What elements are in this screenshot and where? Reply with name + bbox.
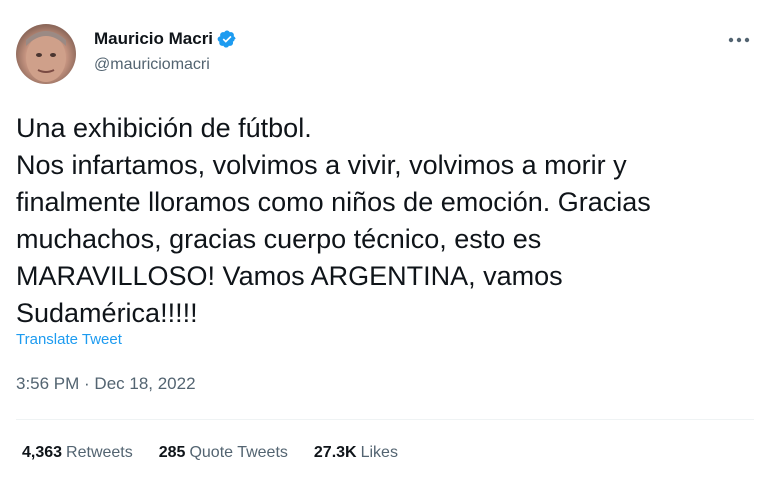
tweet-timestamp[interactable]: 3:56 PM · Dec 18, 2022 bbox=[16, 373, 196, 395]
avatar[interactable] bbox=[16, 24, 76, 84]
quote-tweets-stat[interactable]: 285 Quote Tweets bbox=[159, 443, 288, 463]
engagement-stats: 4,363 Retweets 285 Quote Tweets 27.3K Likes bbox=[22, 443, 398, 463]
retweets-count: 4,363 bbox=[22, 444, 63, 461]
tweet-text: Una exhibición de fútbol. Nos infartamos… bbox=[16, 113, 651, 328]
author-handle[interactable]: @mauriciomacri bbox=[94, 55, 210, 75]
divider bbox=[16, 419, 754, 420]
verified-badge-icon bbox=[217, 29, 237, 49]
author-display-name[interactable]: Mauricio Macri bbox=[94, 28, 213, 50]
translate-tweet-link[interactable]: Translate Tweet bbox=[16, 330, 122, 350]
avatar-portrait-icon bbox=[26, 31, 66, 82]
likes-stat[interactable]: 27.3K Likes bbox=[314, 443, 398, 463]
quote-tweets-count: 285 bbox=[158, 444, 186, 461]
retweets-stat[interactable]: 4,363 Retweets bbox=[22, 443, 133, 463]
likes-label: Likes bbox=[360, 444, 398, 461]
author-name-row: Mauricio Macri bbox=[94, 28, 237, 50]
more-horizontal-icon bbox=[728, 37, 750, 43]
retweets-label: Retweets bbox=[66, 444, 133, 461]
likes-count: 27.3K bbox=[313, 444, 357, 461]
quote-tweets-label: Quote Tweets bbox=[189, 444, 288, 461]
more-options-button[interactable] bbox=[724, 28, 754, 52]
tweet-card: Mauricio Macri @mauriciomacri Una exhibi… bbox=[0, 0, 770, 484]
